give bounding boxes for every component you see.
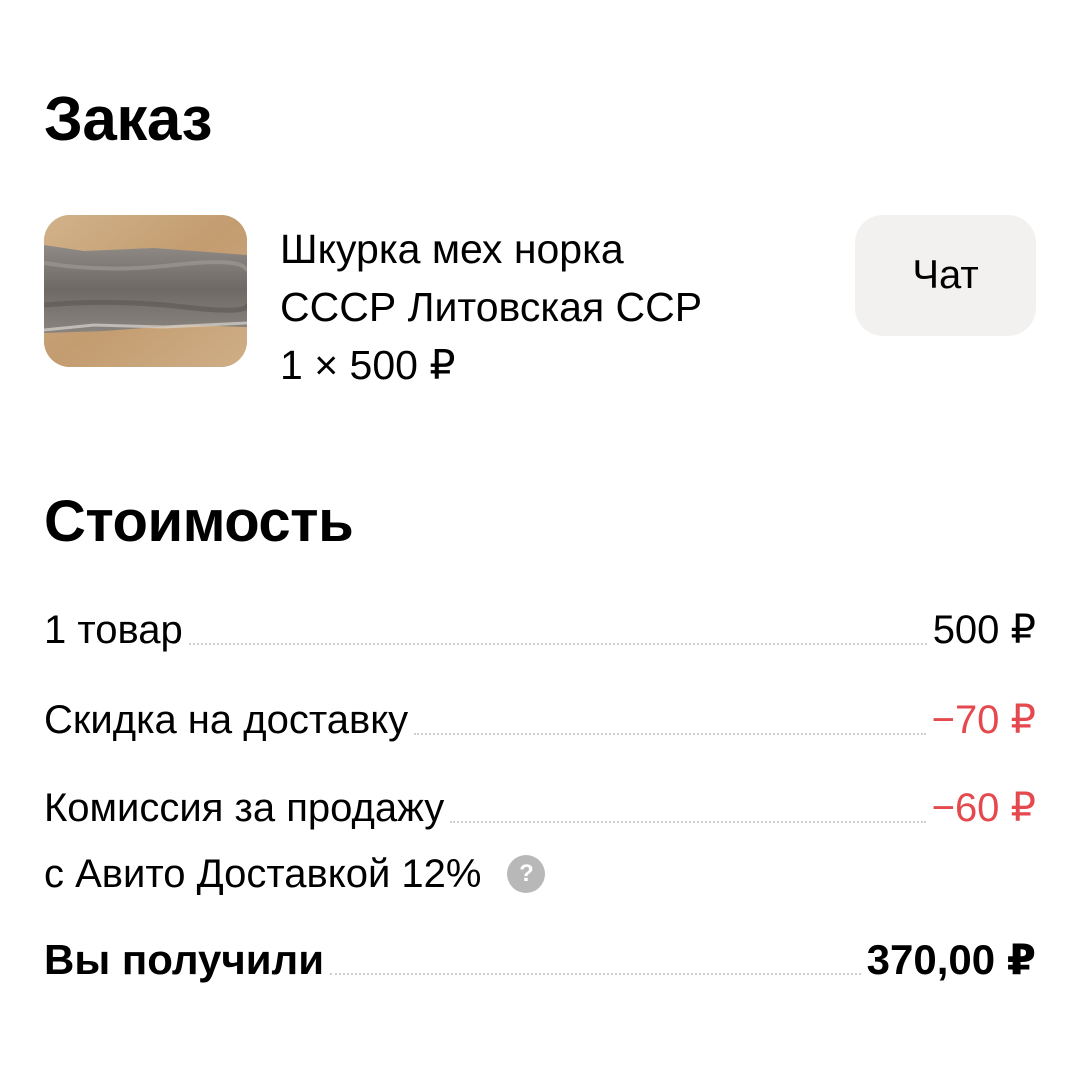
cost-row-delivery-discount: Скидка на доставку −70 ₽ bbox=[44, 695, 1036, 745]
commission-label-text: с Авито Доставкой 12% bbox=[44, 852, 482, 896]
dotted-leader bbox=[188, 643, 927, 645]
cost-row-label: Комиссия за продажу bbox=[44, 786, 445, 830]
dotted-leader bbox=[330, 973, 861, 975]
total-value: 370,00 ₽ bbox=[866, 936, 1036, 983]
cost-row-commission: Комиссия за продажу −60 ₽ bbox=[44, 783, 1036, 833]
cost-row-value: −70 ₽ bbox=[931, 698, 1036, 742]
total-label: Вы получили bbox=[44, 936, 325, 983]
cost-row-label: 1 товар bbox=[44, 608, 183, 652]
product-info[interactable]: Шкурка мех норка СССР Литовская ССР 1 × … bbox=[280, 220, 820, 394]
fur-pelt-photo bbox=[44, 215, 247, 367]
dotted-leader bbox=[450, 821, 926, 823]
commission-label-line2: с Авито Доставкой 12% ? bbox=[44, 849, 546, 899]
cost-row-value: 500 ₽ bbox=[932, 608, 1036, 652]
cost-title: Стоимость bbox=[44, 489, 354, 554]
cost-row-total: Вы получили 370,00 ₽ bbox=[44, 935, 1036, 985]
cost-row-label: Скидка на доставку bbox=[44, 698, 409, 742]
order-title: Заказ bbox=[44, 85, 212, 154]
cost-row-value: −60 ₽ bbox=[931, 786, 1036, 830]
help-icon[interactable]: ? bbox=[507, 855, 546, 893]
dotted-leader bbox=[414, 733, 926, 735]
product-title-line1: Шкурка мех норка bbox=[280, 226, 624, 272]
cost-row-items: 1 товар 500 ₽ bbox=[44, 605, 1036, 655]
chat-button[interactable]: Чат bbox=[855, 215, 1036, 336]
product-image[interactable] bbox=[44, 215, 247, 367]
product-quantity-price: 1 × 500 ₽ bbox=[280, 342, 456, 388]
product-title-line2: СССР Литовская ССР bbox=[280, 284, 703, 330]
